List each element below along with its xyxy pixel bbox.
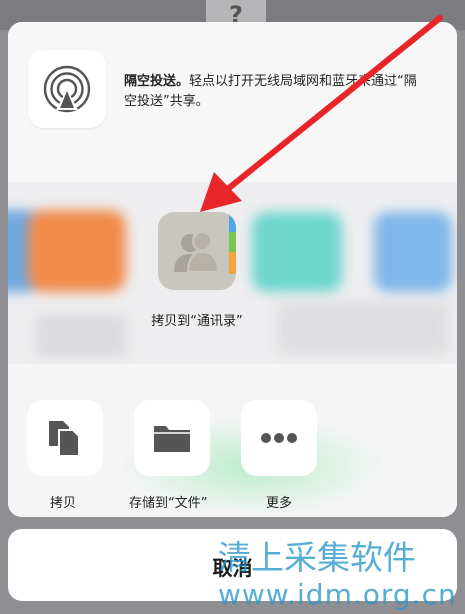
annotation-arrow xyxy=(200,15,443,212)
watermark-title: 清上采集软件 xyxy=(218,538,416,577)
watermark-url: www.idm.org.cn xyxy=(218,578,457,611)
watermark: 清上采集软件 www.idm.org.cn xyxy=(218,538,465,614)
